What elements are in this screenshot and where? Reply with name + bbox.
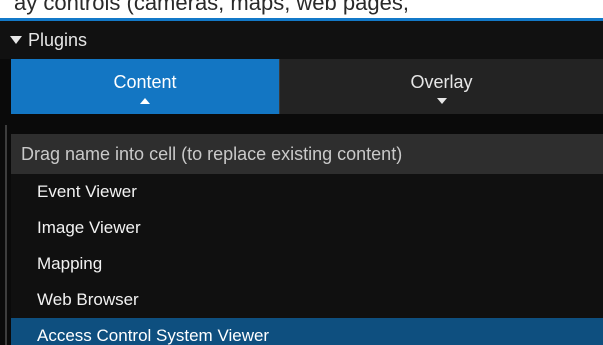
left-rail: [0, 59, 11, 345]
tab-overlay-label: Overlay: [410, 72, 473, 92]
top-strip-text: ay controls (cameras, maps, web pages,: [14, 0, 409, 15]
tab-overlay[interactable]: Overlay: [279, 59, 603, 114]
plugins-section-header[interactable]: Plugins: [0, 21, 603, 59]
top-text-strip: ay controls (cameras, maps, web pages,: [0, 0, 603, 21]
plugin-item-event-viewer[interactable]: Event Viewer: [11, 174, 603, 210]
plugin-list: Event Viewer Image Viewer Mapping Web Br…: [11, 174, 603, 345]
plugin-item-label: Web Browser: [37, 290, 139, 309]
plugin-item-image-viewer[interactable]: Image Viewer: [11, 210, 603, 246]
arrow-up-icon: [140, 98, 150, 104]
plugin-item-access-control-system-viewer[interactable]: Access Control System Viewer: [11, 318, 603, 345]
plugin-item-web-browser[interactable]: Web Browser: [11, 282, 603, 318]
plugin-item-mapping[interactable]: Mapping: [11, 246, 603, 282]
caret-down-icon: [10, 36, 22, 44]
left-rail-divider: [5, 125, 7, 345]
plugin-item-label: Mapping: [37, 254, 103, 273]
plugins-section-title: Plugins: [28, 29, 88, 50]
arrow-down-icon: [436, 98, 447, 104]
plugin-item-label: Event Viewer: [37, 182, 137, 201]
drag-hint-text: Drag name into cell (to replace existing…: [21, 143, 403, 164]
tab-content-label: Content: [113, 72, 177, 92]
tab-content[interactable]: Content: [11, 59, 279, 114]
drag-hint-bar: Drag name into cell (to replace existing…: [11, 134, 603, 174]
plugin-item-label: Access Control System Viewer: [37, 326, 270, 345]
plugin-tabs: Content Overlay: [11, 59, 603, 114]
plugin-item-label: Image Viewer: [37, 218, 141, 237]
